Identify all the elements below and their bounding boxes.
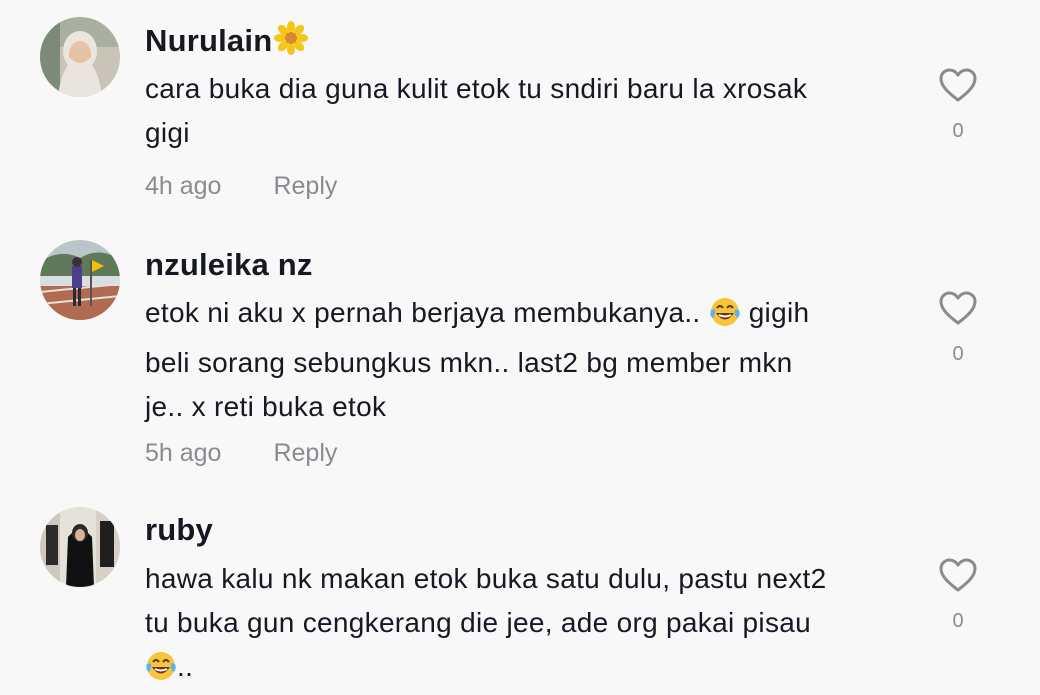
comment-text-line: etok ni aku x pernah berjaya membukanya.… — [145, 291, 905, 341]
like-count: 0 — [952, 343, 964, 365]
reply-button[interactable]: Reply — [273, 172, 337, 200]
comment-text: cara buka dia guna kulit etok tu sndiri … — [145, 67, 905, 155]
username-text: nzuleika nz — [145, 247, 313, 282]
heart-outline-icon[interactable] — [938, 290, 978, 326]
username-text: ruby — [145, 512, 213, 547]
comment-text: hawa kalu nk makan etok buka satu dulu, … — [145, 557, 905, 695]
comment-text-segment: .. — [177, 651, 194, 682]
comment-meta: 4h ago Reply — [145, 172, 337, 201]
comment-timestamp: 5h ago — [145, 439, 222, 467]
username-text: Nurulain — [145, 23, 273, 58]
comment-text-line: cara buka dia guna kulit etok tu sndiri … — [145, 73, 808, 104]
like-button[interactable]: 0 — [938, 67, 978, 143]
comment-text: etok ni aku x pernah berjaya membukanya.… — [145, 291, 905, 429]
comment-text-line: tu buka gun cengkerang die jee, ade org … — [145, 607, 811, 638]
heart-outline-icon[interactable] — [938, 67, 978, 103]
avatar[interactable] — [40, 240, 120, 320]
comment-username[interactable]: ruby — [145, 512, 213, 548]
comment-timestamp: 4h ago — [145, 172, 222, 200]
comment-meta: 5h ago Reply — [145, 439, 337, 468]
avatar[interactable] — [40, 17, 120, 97]
comment-text-segment: gigih — [748, 297, 810, 328]
face-with-tears-of-joy-icon — [145, 650, 177, 695]
comment-text-line: beli sorang sebungkus mkn.. last2 bg mem… — [145, 347, 793, 378]
comment-username[interactable]: Nurulain — [145, 21, 309, 63]
sunflower-icon — [274, 21, 309, 63]
reply-button[interactable]: Reply — [273, 439, 337, 467]
like-button[interactable]: 0 — [938, 557, 978, 633]
like-count: 0 — [952, 610, 964, 632]
comment-text-line: hawa kalu nk makan etok buka satu dulu, … — [145, 563, 827, 594]
heart-outline-icon[interactable] — [938, 557, 978, 593]
like-button[interactable]: 0 — [938, 290, 978, 366]
comment-text-line: gigi — [145, 117, 190, 148]
comment-username[interactable]: nzuleika nz — [145, 247, 313, 283]
comment-text-segment: etok ni aku x pernah berjaya membukanya.… — [145, 297, 701, 328]
like-count: 0 — [952, 120, 964, 142]
face-with-tears-of-joy-icon — [709, 296, 741, 341]
comment-text-line: .. — [145, 645, 905, 695]
avatar[interactable] — [40, 507, 120, 587]
comment-text-line: je.. x reti buka etok — [145, 391, 387, 422]
